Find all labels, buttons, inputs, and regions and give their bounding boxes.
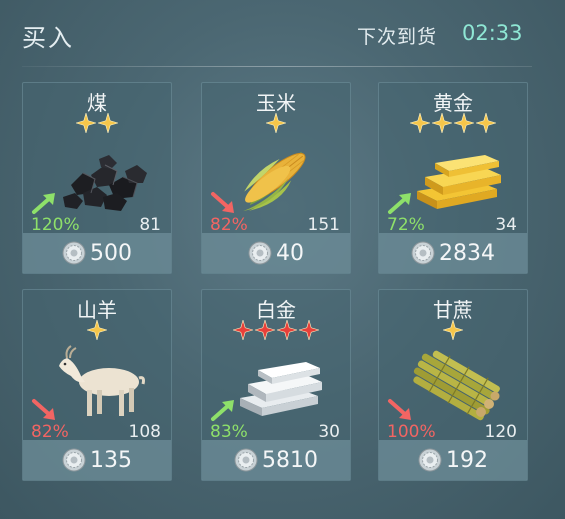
gold-bar-icon bbox=[417, 155, 501, 209]
item-card-platinum[interactable]: 白金 83% 30 5810 bbox=[201, 289, 351, 481]
star-icon bbox=[443, 320, 463, 340]
item-card-coal[interactable]: 煤 120% 81 500 bbox=[22, 82, 172, 274]
stock-count: 34 bbox=[495, 215, 517, 235]
coal-icon bbox=[63, 155, 147, 211]
star-icon bbox=[299, 320, 319, 340]
platinum-bar-icon bbox=[240, 362, 322, 416]
price-value: 40 bbox=[276, 240, 304, 266]
star-rating bbox=[379, 113, 527, 133]
item-name: 玉米 bbox=[256, 91, 296, 115]
star-icon bbox=[266, 113, 286, 133]
price-value: 500 bbox=[90, 240, 132, 266]
buy-price-button[interactable]: 2834 bbox=[379, 233, 527, 273]
star-icon bbox=[233, 320, 253, 340]
silver-coin-icon bbox=[62, 448, 86, 472]
item-card-corn[interactable]: 玉米 82% 151 40 bbox=[201, 82, 351, 274]
buy-price-button[interactable]: 192 bbox=[379, 440, 527, 480]
star-rating bbox=[202, 113, 350, 133]
star-rating bbox=[202, 320, 350, 340]
header-divider bbox=[22, 66, 532, 67]
price-value: 2834 bbox=[439, 240, 495, 266]
price-trend-percent: 82% bbox=[210, 215, 248, 235]
price-value: 135 bbox=[90, 447, 132, 473]
star-icon bbox=[277, 320, 297, 340]
trend-down-arrow-icon bbox=[211, 192, 234, 213]
trend-up-arrow-icon bbox=[211, 400, 234, 421]
restock-label: 下次到货 bbox=[357, 26, 438, 48]
price-trend-percent: 120% bbox=[31, 215, 80, 235]
restock-timer: 02:33 bbox=[462, 21, 523, 45]
item-card-sugarcane[interactable]: 甘蔗 100% 120 192 bbox=[378, 289, 528, 481]
silver-coin-icon bbox=[62, 241, 86, 265]
price-trend-percent: 100% bbox=[387, 422, 436, 442]
silver-coin-icon bbox=[234, 448, 258, 472]
item-name: 煤 bbox=[87, 91, 107, 115]
star-rating bbox=[379, 320, 527, 340]
star-icon bbox=[98, 113, 118, 133]
stock-count: 108 bbox=[128, 422, 161, 442]
stock-count: 81 bbox=[139, 215, 161, 235]
silver-coin-icon bbox=[411, 241, 435, 265]
trend-down-arrow-icon bbox=[388, 399, 411, 420]
price-trend-percent: 83% bbox=[210, 422, 248, 442]
star-icon bbox=[255, 320, 275, 340]
price-trend-percent: 82% bbox=[31, 422, 69, 442]
star-icon bbox=[410, 113, 430, 133]
trend-up-arrow-icon bbox=[32, 193, 55, 214]
silver-coin-icon bbox=[418, 448, 442, 472]
item-card-goat[interactable]: 山羊 82% 108 135 bbox=[22, 289, 172, 481]
buy-price-button[interactable]: 5810 bbox=[202, 440, 350, 480]
corn-icon bbox=[243, 151, 306, 212]
item-card-gold[interactable]: 黄金 72% 34 2834 bbox=[378, 82, 528, 274]
item-name: 白金 bbox=[256, 298, 296, 322]
star-rating bbox=[23, 113, 171, 133]
price-value: 192 bbox=[446, 447, 488, 473]
trend-down-arrow-icon bbox=[32, 399, 55, 420]
sugarcane-icon bbox=[413, 350, 500, 421]
buy-price-button[interactable]: 40 bbox=[202, 233, 350, 273]
item-name: 甘蔗 bbox=[433, 298, 473, 322]
page-title: 买入 bbox=[22, 24, 74, 52]
star-icon bbox=[476, 113, 496, 133]
price-value: 5810 bbox=[262, 447, 318, 473]
stock-count: 30 bbox=[318, 422, 340, 442]
item-name: 黄金 bbox=[433, 91, 473, 115]
goat-icon bbox=[59, 345, 145, 416]
buy-price-button[interactable]: 135 bbox=[23, 440, 171, 480]
stock-count: 120 bbox=[484, 422, 517, 442]
silver-coin-icon bbox=[248, 241, 272, 265]
header: 买入 下次到货 02:33 bbox=[0, 0, 565, 70]
buy-price-button[interactable]: 500 bbox=[23, 233, 171, 273]
star-icon bbox=[76, 113, 96, 133]
star-rating bbox=[23, 320, 171, 340]
star-icon bbox=[432, 113, 452, 133]
trend-up-arrow-icon bbox=[388, 193, 411, 214]
star-icon bbox=[87, 320, 107, 340]
star-icon bbox=[454, 113, 474, 133]
price-trend-percent: 72% bbox=[387, 215, 425, 235]
item-name: 山羊 bbox=[77, 298, 117, 322]
stock-count: 151 bbox=[307, 215, 340, 235]
